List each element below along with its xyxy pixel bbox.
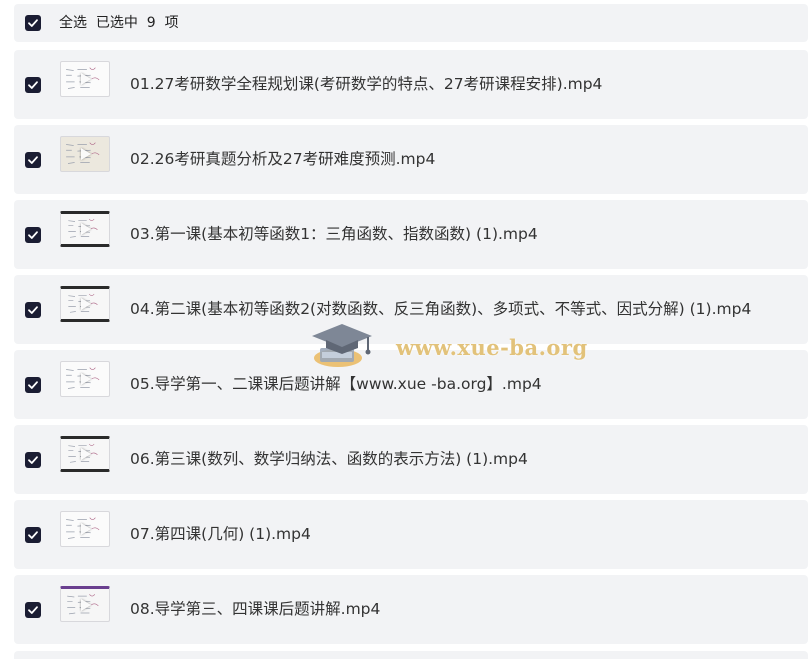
- file-name[interactable]: 02.26考研真题分析及27考研难度预测.mp4: [130, 149, 435, 169]
- play-icon: [81, 298, 91, 310]
- check-icon: [28, 19, 38, 27]
- video-thumbnail[interactable]: [60, 286, 110, 322]
- file-row[interactable]: 05.导学第一、二课课后题讲解【www.xue -ba.org】.mp4: [14, 350, 808, 419]
- file-row[interactable]: 04.第二课(基本初等函数2(对数函数、反三角函数)、多项式、不等式、因式分解)…: [14, 275, 808, 344]
- select-all-label[interactable]: 全选: [59, 15, 87, 31]
- file-name[interactable]: 05.导学第一、二课课后题讲解【www.xue -ba.org】.mp4: [130, 374, 542, 394]
- check-icon: [28, 306, 38, 314]
- file-row-partial[interactable]: [14, 651, 808, 659]
- selection-summary: 全选 已选中 9 项: [59, 14, 179, 32]
- check-icon: [28, 606, 38, 614]
- file-row[interactable]: 03.第一课(基本初等函数1：三角函数、指数函数) (1).mp4: [14, 200, 808, 269]
- check-icon: [28, 81, 38, 89]
- check-icon: [28, 231, 38, 239]
- file-checkbox[interactable]: [25, 227, 41, 243]
- video-thumbnail[interactable]: [60, 211, 110, 247]
- check-icon: [28, 156, 38, 164]
- file-row[interactable]: 06.第三课(数列、数学归纳法、函数的表示方法) (1).mp4: [14, 425, 808, 494]
- video-thumbnail[interactable]: [60, 436, 110, 472]
- file-name[interactable]: 07.第四课(几何) (1).mp4: [130, 524, 311, 544]
- file-name[interactable]: 06.第三课(数列、数学归纳法、函数的表示方法) (1).mp4: [130, 449, 528, 469]
- video-thumbnail[interactable]: [60, 511, 110, 547]
- video-thumbnail[interactable]: [60, 61, 110, 97]
- check-icon: [28, 531, 38, 539]
- file-row[interactable]: 08.导学第三、四课课后题讲解.mp4: [14, 575, 808, 644]
- file-list-page: 全选 已选中 9 项 01.27考研数学全程规划课(考研数学的特点、27考研课程…: [0, 0, 808, 659]
- select-all-checkbox[interactable]: [25, 15, 41, 31]
- check-icon: [28, 381, 38, 389]
- check-icon: [28, 456, 38, 464]
- file-row[interactable]: 07.第四课(几何) (1).mp4: [14, 500, 808, 569]
- selected-count-text: 已选中 9 项: [95, 15, 179, 31]
- play-icon: [81, 448, 91, 460]
- file-name[interactable]: 01.27考研数学全程规划课(考研数学的特点、27考研课程安排).mp4: [130, 74, 602, 94]
- file-checkbox[interactable]: [25, 527, 41, 543]
- file-row[interactable]: 01.27考研数学全程规划课(考研数学的特点、27考研课程安排).mp4: [14, 50, 808, 119]
- play-icon: [81, 523, 91, 535]
- file-checkbox[interactable]: [25, 302, 41, 318]
- file-checkbox[interactable]: [25, 77, 41, 93]
- play-icon: [81, 373, 91, 385]
- file-checkbox[interactable]: [25, 452, 41, 468]
- file-row[interactable]: 02.26考研真题分析及27考研难度预测.mp4: [14, 125, 808, 194]
- play-icon: [81, 599, 91, 611]
- file-checkbox[interactable]: [25, 377, 41, 393]
- file-name[interactable]: 03.第一课(基本初等函数1：三角函数、指数函数) (1).mp4: [130, 224, 538, 244]
- file-checkbox[interactable]: [25, 602, 41, 618]
- play-icon: [81, 148, 91, 160]
- file-checkbox[interactable]: [25, 152, 41, 168]
- file-name[interactable]: 08.导学第三、四课课后题讲解.mp4: [130, 599, 380, 619]
- video-thumbnail[interactable]: [60, 361, 110, 397]
- play-icon: [81, 223, 91, 235]
- play-icon: [81, 73, 91, 85]
- video-thumbnail[interactable]: [60, 136, 110, 172]
- file-name[interactable]: 04.第二课(基本初等函数2(对数函数、反三角函数)、多项式、不等式、因式分解)…: [130, 299, 751, 319]
- selection-header: 全选 已选中 9 项: [14, 4, 808, 42]
- video-thumbnail[interactable]: [60, 586, 110, 622]
